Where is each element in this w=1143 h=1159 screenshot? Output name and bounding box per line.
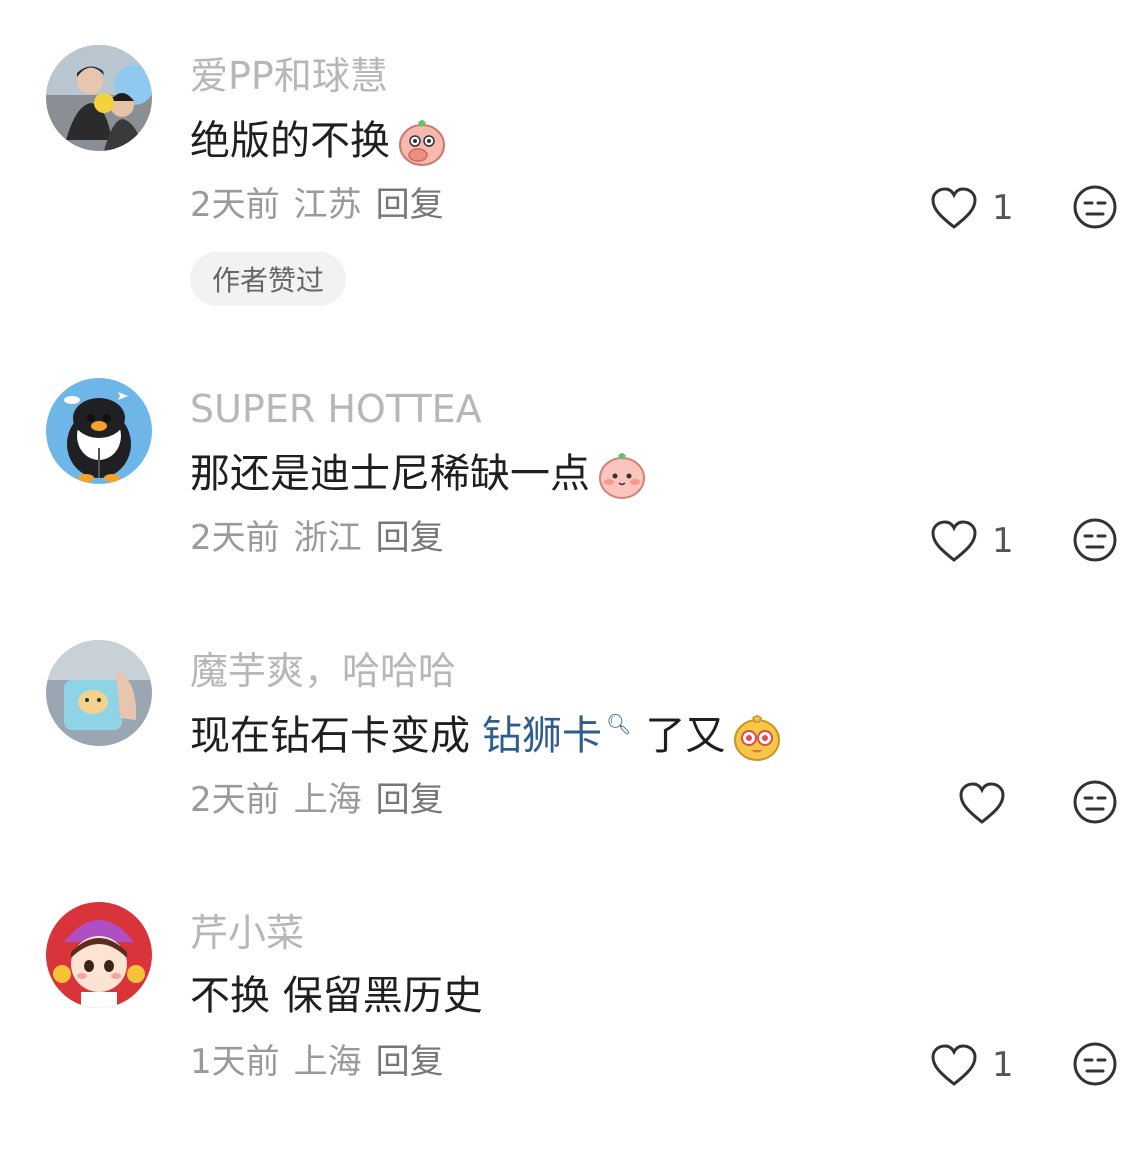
search-link[interactable]: 钻狮卡 (482, 716, 602, 756)
like-count: 1 (992, 521, 1014, 561)
like-count: 1 (992, 188, 1014, 228)
comment-meta: 2天前 浙江 回复 (190, 521, 458, 555)
comment-text-content: 那还是迪士尼稀缺一点 (190, 451, 590, 497)
avatar[interactable] (46, 902, 152, 1008)
avatar[interactable] (46, 640, 152, 746)
like-button[interactable]: 1 (930, 186, 1014, 230)
comment-text-suffix: 了又 (645, 713, 726, 759)
comment-location: 浙江 (293, 518, 362, 558)
comment-text: 那还是迪士尼稀缺一点 (190, 448, 648, 500)
comment-text: 绝版的不换 (190, 115, 448, 167)
comment-time: 1天前 (190, 1042, 280, 1082)
comment-meta: 2天前 江苏 回复 (190, 188, 458, 222)
like-button[interactable] (958, 781, 1006, 825)
reply-button[interactable]: 回复 (376, 1042, 444, 1082)
comment-time: 2天前 (190, 518, 280, 558)
search-icon: 🔍︎ (606, 712, 632, 736)
username[interactable]: SUPER HOTTEA (190, 390, 482, 428)
avatar[interactable] (46, 378, 152, 484)
heart-icon (931, 187, 977, 229)
heart-icon (959, 782, 1005, 824)
username[interactable]: 爱PP和球慧 (190, 57, 388, 95)
heart-icon (931, 520, 977, 562)
dislike-face-icon[interactable] (1072, 779, 1118, 825)
reply-button[interactable]: 回复 (376, 518, 444, 558)
author-liked-badge: 作者赞过 (190, 252, 346, 306)
reply-button[interactable]: 回复 (376, 185, 444, 225)
comment-text-content: 不换 保留黑历史 (190, 973, 483, 1019)
avatar[interactable] (46, 45, 152, 151)
comment-meta: 2天前 上海 回复 (190, 783, 458, 817)
comment-text-content: 现在钻石卡变成 (190, 713, 470, 759)
comment-location: 上海 (293, 780, 362, 820)
comment-text: 现在钻石卡变成 钻狮卡 🔍︎ 了又 (190, 710, 783, 762)
comment-time: 2天前 (190, 780, 280, 820)
comment-time: 2天前 (190, 185, 280, 225)
dislike-face-icon[interactable] (1072, 517, 1118, 563)
comment-text-content: 绝版的不换 (190, 118, 390, 164)
like-count: 1 (992, 1045, 1014, 1085)
comment-meta: 1天前 上海 回复 (190, 1045, 458, 1079)
shy-peach-emoji (596, 448, 648, 500)
starry-eyes-emoji (731, 710, 783, 762)
dislike-face-icon[interactable] (1072, 184, 1118, 230)
comment-location: 江苏 (293, 185, 362, 225)
username[interactable]: 魔芋爽，哈哈哈 (190, 652, 456, 690)
comment-text: 不换 保留黑历史 (190, 976, 483, 1016)
like-button[interactable]: 1 (930, 519, 1014, 563)
dislike-face-icon[interactable] (1072, 1041, 1118, 1087)
reply-button[interactable]: 回复 (376, 780, 444, 820)
comment-location: 上海 (293, 1042, 362, 1082)
covering-mouth-peach-emoji (396, 115, 448, 167)
heart-icon (931, 1044, 977, 1086)
like-button[interactable]: 1 (930, 1043, 1014, 1087)
username[interactable]: 芹小菜 (190, 914, 304, 952)
